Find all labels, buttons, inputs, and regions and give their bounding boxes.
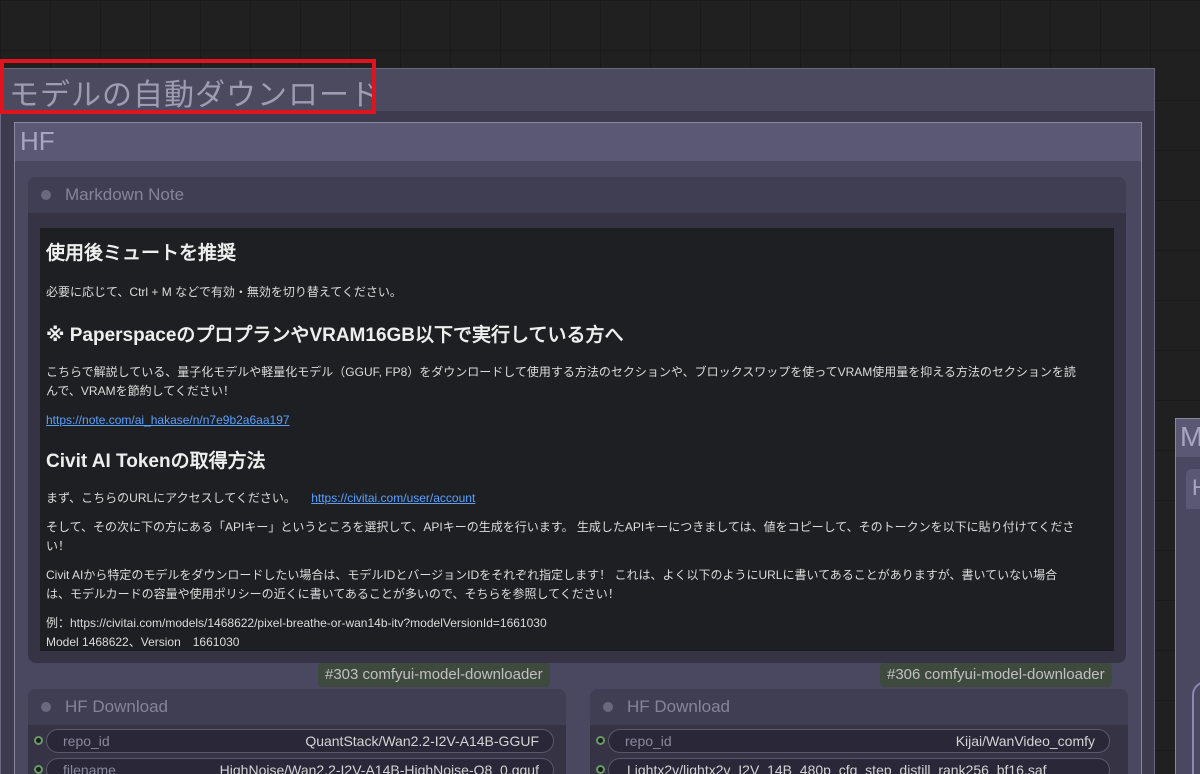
md-link-row-1: https://note.com/ai_hakase/n/n7e9b2a6aa1… bbox=[46, 411, 1108, 430]
repo-id-field[interactable]: repo_id Kijai/WanVideo_comfy bbox=[608, 729, 1110, 753]
md-paragraph-6-line-1: 例：https://civitai.com/models/1468622/pix… bbox=[46, 616, 547, 630]
inner-group-title-bar[interactable]: HF bbox=[15, 123, 1141, 161]
node-header[interactable]: HF Download bbox=[590, 689, 1128, 725]
node-title: HF Download bbox=[65, 697, 168, 716]
md-paragraph-4: そして、その次に下の方にある「APIキー」というところを選択して、APIキーの生… bbox=[46, 518, 1108, 556]
right-group-title: M bbox=[1180, 421, 1200, 452]
md-paragraph-2-line-2: んで、VRAMを節約してください！ bbox=[46, 384, 235, 398]
md-paragraph-2-line-1: こちらで解説している、量子化モデルや軽量化モデル（GGUF, FP8）をダウンロ… bbox=[46, 365, 1076, 379]
node-title: Markdown Note bbox=[65, 185, 185, 204]
md-paragraph-5-line-1: Civit AIから特定のモデルをダウンロードしたい場合は、モデルIDとバージョ… bbox=[46, 568, 1058, 582]
md-paragraph-2: こちらで解説している、量子化モデルや軽量化モデル（GGUF, FP8）をダウンロ… bbox=[46, 363, 1108, 401]
md-heading-2: ※ PaperspaceのプロプランやVRAM16GB以下で実行している方へ bbox=[46, 325, 624, 346]
repo-id-value: QuantStack/Wan2.2-I2V-A14B-GGUF bbox=[305, 733, 539, 749]
highlight-annotation-box bbox=[0, 59, 376, 114]
input-slot-dot[interactable] bbox=[596, 765, 605, 774]
repo-id-label: repo_id bbox=[625, 733, 672, 749]
right-group-partial[interactable]: M H bbox=[1175, 418, 1200, 774]
md-paragraph-5: Civit AIから特定のモデルをダウンロードしたい場合は、モデルIDとバージョ… bbox=[46, 566, 1108, 604]
filename-label: filename bbox=[63, 762, 116, 774]
civitai-account-link[interactable]: https://civitai.com/user/account bbox=[311, 491, 475, 505]
md-paragraph-3-text: まず、こちらのURLにアクセスしてください。 bbox=[46, 491, 296, 505]
input-slot-dot[interactable] bbox=[596, 736, 605, 745]
right-group-title-bar[interactable]: M bbox=[1176, 419, 1200, 457]
md-paragraph-5-line-2: は、モデルカードの容量や使用ポリシーの近くに書いてあることが多いので、そちらを参… bbox=[46, 587, 620, 601]
repo-id-field[interactable]: repo_id QuantStack/Wan2.2-I2V-A14B-GGUF bbox=[46, 729, 554, 753]
md-heading-3: Civit AI Tokenの取得方法 bbox=[46, 451, 266, 472]
repo-id-value: Kijai/WanVideo_comfy bbox=[955, 733, 1095, 749]
node-title: HF Download bbox=[627, 697, 730, 716]
input-slot-dot[interactable] bbox=[34, 736, 43, 745]
md-paragraph-6-line-2: Model 1468622、Version 1661030 bbox=[46, 635, 240, 649]
node-header[interactable]: Markdown Note bbox=[28, 177, 1126, 213]
node-collapse-dot[interactable] bbox=[603, 702, 613, 712]
node-header[interactable]: HF Download bbox=[28, 689, 566, 725]
md-paragraph-6: 例：https://civitai.com/models/1468622/pix… bbox=[46, 614, 1108, 652]
node-tag-306: #306 comfyui-model-downloader bbox=[880, 663, 1112, 687]
node-tag-303: #303 comfyui-model-downloader bbox=[318, 663, 550, 687]
right-inner-title: H bbox=[1192, 475, 1200, 500]
note-link[interactable]: https://note.com/ai_hakase/n/n7e9b2a6aa1… bbox=[46, 413, 290, 427]
right-node-partial[interactable] bbox=[1192, 681, 1200, 774]
inner-group-title: HF bbox=[20, 126, 55, 156]
filename-value: HighNoise/Wan2.2-I2V-A14B-HighNoise-Q8_0… bbox=[219, 762, 539, 774]
md-paragraph-4-line-2: い！ bbox=[46, 539, 71, 553]
md-paragraph-3: まず、こちらのURLにアクセスしてください。 https://civitai.c… bbox=[46, 489, 1108, 508]
filename-field[interactable]: Lightx2v/lightx2v_I2V_14B_480p_cfg_step_… bbox=[608, 758, 1110, 774]
repo-id-label: repo_id bbox=[63, 733, 110, 749]
filename-field[interactable]: filename HighNoise/Wan2.2-I2V-A14B-HighN… bbox=[46, 758, 554, 774]
node-collapse-dot[interactable] bbox=[41, 702, 51, 712]
md-heading-1: 使用後ミュートを推奨 bbox=[46, 243, 237, 264]
md-paragraph-1: 必要に応じて、Ctrl + M などで有効・無効を切り替えてください。 bbox=[46, 285, 402, 299]
markdown-content: 使用後ミュートを推奨 必要に応じて、Ctrl + M などで有効・無効を切り替え… bbox=[40, 228, 1114, 651]
right-inner-group[interactable]: H bbox=[1186, 469, 1200, 509]
filename-value: Lightx2v/lightx2v_I2V_14B_480p_cfg_step_… bbox=[627, 762, 1047, 774]
md-paragraph-4-line-1: そして、その次に下の方にある「APIキー」というところを選択して、APIキーの生… bbox=[46, 520, 1075, 534]
node-collapse-dot[interactable] bbox=[41, 190, 51, 200]
input-slot-dot[interactable] bbox=[34, 765, 43, 774]
